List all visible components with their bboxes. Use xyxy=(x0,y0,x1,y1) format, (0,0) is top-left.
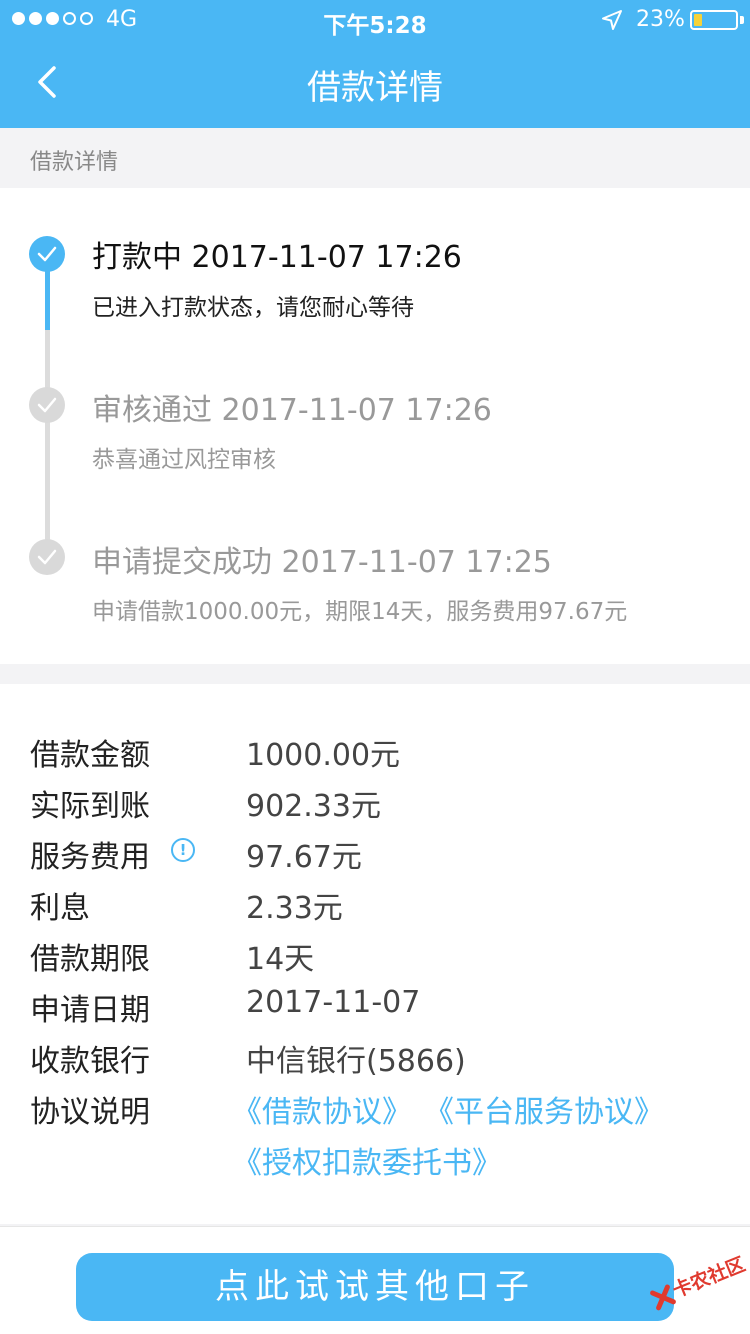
timeline-title: 打款中 2017-11-07 17:26 xyxy=(92,240,462,275)
loan-agreement-link[interactable]: 《借款协议》 xyxy=(232,1087,412,1131)
battery-icon xyxy=(690,10,738,30)
bottom-bar: 点此试试其他口子 xyxy=(0,1226,750,1334)
platform-service-agreement-link[interactable]: 《平台服务协议》 xyxy=(424,1087,664,1131)
detail-value: 14天 xyxy=(246,942,315,977)
info-icon[interactable]: ! xyxy=(171,838,195,862)
timeline-desc: 已进入打款状态，请您耐心等待 xyxy=(92,295,414,321)
detail-value: 97.67元 xyxy=(246,840,362,875)
status-bar: 4G 下午5:28 23% xyxy=(0,0,750,40)
detail-value: 1000.00元 xyxy=(246,738,401,773)
status-timeline: 打款中 2017-11-07 17:26 已进入打款状态，请您耐心等待 审核通过… xyxy=(0,188,750,664)
watermark-text: 卡农社区 xyxy=(669,1253,749,1303)
detail-label: 实际到账 xyxy=(30,789,150,824)
check-icon xyxy=(37,397,57,413)
location-arrow-icon xyxy=(602,10,622,30)
detail-label: 收款银行 xyxy=(30,1044,150,1079)
detail-value: 2.33元 xyxy=(246,891,343,926)
battery-percent: 23% xyxy=(636,7,685,32)
timeline-step xyxy=(29,387,65,423)
timeline-title: 审核通过 2017-11-07 17:26 xyxy=(92,393,492,428)
detail-value: 中信银行(5866) xyxy=(246,1044,466,1079)
check-icon xyxy=(37,246,57,262)
loan-details: 借款金额 1000.00元 实际到账 902.33元 服务费用 ! 97.67元… xyxy=(0,684,750,1224)
timeline-line xyxy=(45,422,50,542)
section-header: 借款详情 xyxy=(0,128,750,188)
app-header: 4G 下午5:28 23% 借款详情 xyxy=(0,0,750,128)
timeline-step xyxy=(29,539,65,575)
check-icon xyxy=(37,549,57,565)
section-title: 借款详情 xyxy=(30,150,119,175)
detail-value: 2017-11-07 xyxy=(246,985,421,1020)
detail-value: 902.33元 xyxy=(246,789,381,824)
detail-label: 借款金额 xyxy=(30,738,150,773)
timeline-step-active xyxy=(29,236,65,272)
detail-label: 借款期限 xyxy=(30,942,150,977)
detail-label: 利息 xyxy=(30,891,90,926)
try-other-button[interactable]: 点此试试其他口子 xyxy=(76,1253,674,1321)
detail-label: 协议说明 xyxy=(30,1095,150,1130)
page-title: 借款详情 xyxy=(307,68,443,108)
detail-label: 申请日期 xyxy=(30,993,150,1028)
timeline-title: 申请提交成功 2017-11-07 17:25 xyxy=(92,545,552,580)
debit-authorization-link[interactable]: 《授权扣款委托书》 xyxy=(232,1138,502,1182)
battery-tip xyxy=(740,16,744,24)
detail-label: 服务费用 xyxy=(30,840,150,875)
timeline-desc: 恭喜通过风控审核 xyxy=(92,447,276,473)
timeline-desc: 申请借款1000.00元，期限14天，服务费用97.67元 xyxy=(92,599,628,625)
